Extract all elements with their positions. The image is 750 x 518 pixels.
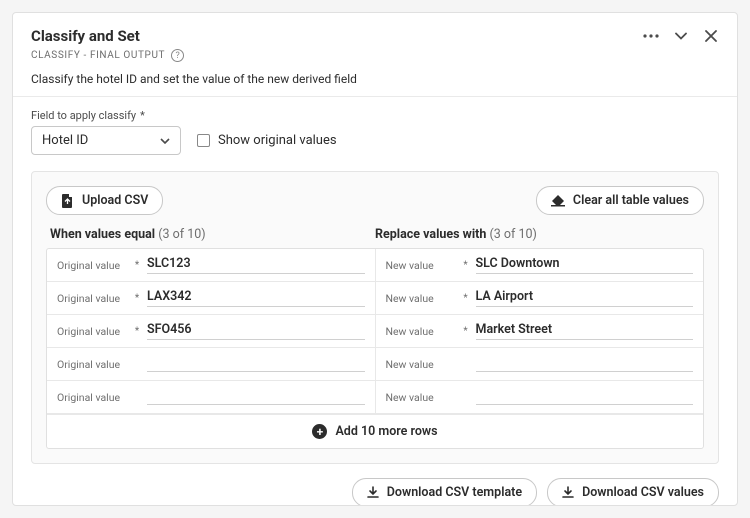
mapping-grid: Original value * SLC123 New value * SLC Downt… bbox=[46, 248, 704, 449]
required-asterisk: * bbox=[133, 293, 141, 304]
download-template-label: Download CSV template bbox=[387, 485, 522, 500]
show-original-checkbox[interactable]: Show original values bbox=[197, 133, 337, 148]
close-icon[interactable] bbox=[703, 28, 719, 44]
table-block: Upload CSV Clear all table values When v… bbox=[31, 171, 719, 464]
cell-label: New value bbox=[386, 325, 456, 338]
new-value-cell[interactable]: New value * LA Airport bbox=[376, 282, 704, 314]
new-value-input[interactable]: Market Street bbox=[476, 322, 694, 340]
original-value-input[interactable] bbox=[147, 356, 365, 372]
original-value-input[interactable]: LAX342 bbox=[147, 289, 365, 307]
field-label-text: Field to apply classify bbox=[31, 109, 136, 122]
new-value-cell[interactable]: New value * SLC Downtown bbox=[376, 249, 704, 281]
clear-table-button[interactable]: Clear all table values bbox=[536, 186, 704, 215]
chevron-down-icon[interactable] bbox=[673, 28, 689, 44]
table-row: Original value New value bbox=[47, 381, 703, 414]
table-toolbar: Upload CSV Clear all table values bbox=[46, 186, 704, 215]
original-value-cell[interactable]: Original value bbox=[47, 348, 376, 380]
panel-subtitle: CLASSIFY - FINAL OUTPUT bbox=[31, 50, 165, 61]
original-value-input[interactable]: SLC123 bbox=[147, 256, 365, 274]
download-icon bbox=[367, 486, 379, 499]
field-label: Field to apply classify * bbox=[31, 109, 719, 122]
col-header-right: Replace values with (3 of 10) bbox=[375, 227, 700, 242]
cell-label: New value bbox=[386, 358, 456, 371]
subtitle-row: CLASSIFY - FINAL OUTPUT ? bbox=[31, 49, 719, 62]
download-template-button[interactable]: Download CSV template bbox=[352, 478, 537, 505]
required-asterisk: * bbox=[140, 109, 145, 122]
eraser-icon bbox=[551, 194, 565, 207]
new-value-cell[interactable]: New value bbox=[376, 381, 704, 413]
panel-header: Classify and Set CLASSIFY - FINAL OUTPUT… bbox=[13, 13, 737, 97]
original-value-input[interactable]: SFO456 bbox=[147, 322, 365, 340]
new-value-cell[interactable]: New value * Market Street bbox=[376, 315, 704, 347]
table-row: Original value * LAX342 New value * LA Airpor… bbox=[47, 282, 703, 315]
cell-label: Original value bbox=[57, 259, 127, 272]
table-row: Original value * SLC123 New value * SLC Downt… bbox=[47, 249, 703, 282]
plus-icon: + bbox=[312, 424, 327, 439]
download-icon bbox=[562, 486, 574, 499]
required-asterisk: * bbox=[133, 260, 141, 271]
field-select[interactable]: Hotel ID bbox=[31, 126, 181, 155]
upload-csv-label: Upload CSV bbox=[82, 193, 148, 208]
add-rows-button[interactable]: + Add 10 more rows bbox=[47, 414, 703, 448]
upload-csv-button[interactable]: Upload CSV bbox=[46, 186, 163, 215]
file-upload-icon bbox=[61, 194, 74, 208]
new-value-cell[interactable]: New value bbox=[376, 348, 704, 380]
col-header-left: When values equal (3 of 10) bbox=[50, 227, 375, 242]
table-row: Original value * SFO456 New value * Market St… bbox=[47, 315, 703, 348]
footer-buttons: Download CSV template Download CSV value… bbox=[31, 478, 719, 505]
panel-title: Classify and Set bbox=[31, 27, 140, 45]
col-right-count: (3 of 10) bbox=[490, 227, 537, 242]
required-asterisk: * bbox=[462, 260, 470, 271]
field-select-value: Hotel ID bbox=[42, 133, 88, 148]
col-right-title: Replace values with bbox=[375, 227, 486, 242]
download-values-label: Download CSV values bbox=[582, 485, 704, 500]
header-top: Classify and Set bbox=[31, 27, 719, 45]
download-values-button[interactable]: Download CSV values bbox=[547, 478, 719, 505]
cell-label: Original value bbox=[57, 358, 127, 371]
cell-label: Original value bbox=[57, 292, 127, 305]
required-asterisk: * bbox=[462, 293, 470, 304]
checkbox-label: Show original values bbox=[218, 133, 337, 148]
new-value-input[interactable]: LA Airport bbox=[476, 289, 694, 307]
original-value-cell[interactable]: Original value * SLC123 bbox=[47, 249, 376, 281]
cell-label: New value bbox=[386, 259, 456, 272]
classify-set-panel: Classify and Set CLASSIFY - FINAL OUTPUT… bbox=[12, 12, 738, 506]
chevron-down-icon bbox=[160, 138, 170, 144]
help-icon[interactable]: ? bbox=[171, 49, 184, 62]
col-left-count: (3 of 10) bbox=[158, 227, 205, 242]
col-left-title: When values equal bbox=[50, 227, 155, 242]
original-value-cell[interactable]: Original value bbox=[47, 381, 376, 413]
field-row: Hotel ID Show original values bbox=[31, 126, 719, 155]
new-value-input[interactable] bbox=[476, 389, 694, 405]
cell-label: Original value bbox=[57, 325, 127, 338]
required-asterisk: * bbox=[133, 326, 141, 337]
cell-label: Original value bbox=[57, 391, 127, 404]
header-actions bbox=[643, 28, 719, 44]
cell-label: New value bbox=[386, 391, 456, 404]
cell-label: New value bbox=[386, 292, 456, 305]
new-value-input[interactable]: SLC Downtown bbox=[476, 256, 694, 274]
checkbox-box bbox=[197, 134, 210, 147]
original-value-cell[interactable]: Original value * SFO456 bbox=[47, 315, 376, 347]
new-value-input[interactable] bbox=[476, 356, 694, 372]
panel-description: Classify the hotel ID and set the value … bbox=[31, 72, 719, 86]
panel-body: Field to apply classify * Hotel ID Show … bbox=[13, 97, 737, 505]
table-row: Original value New value bbox=[47, 348, 703, 381]
required-asterisk: * bbox=[462, 326, 470, 337]
more-icon[interactable] bbox=[643, 28, 659, 44]
original-value-input[interactable] bbox=[147, 389, 365, 405]
column-headers: When values equal (3 of 10) Replace valu… bbox=[46, 227, 704, 242]
add-rows-label: Add 10 more rows bbox=[335, 424, 437, 439]
original-value-cell[interactable]: Original value * LAX342 bbox=[47, 282, 376, 314]
clear-table-label: Clear all table values bbox=[573, 193, 689, 208]
